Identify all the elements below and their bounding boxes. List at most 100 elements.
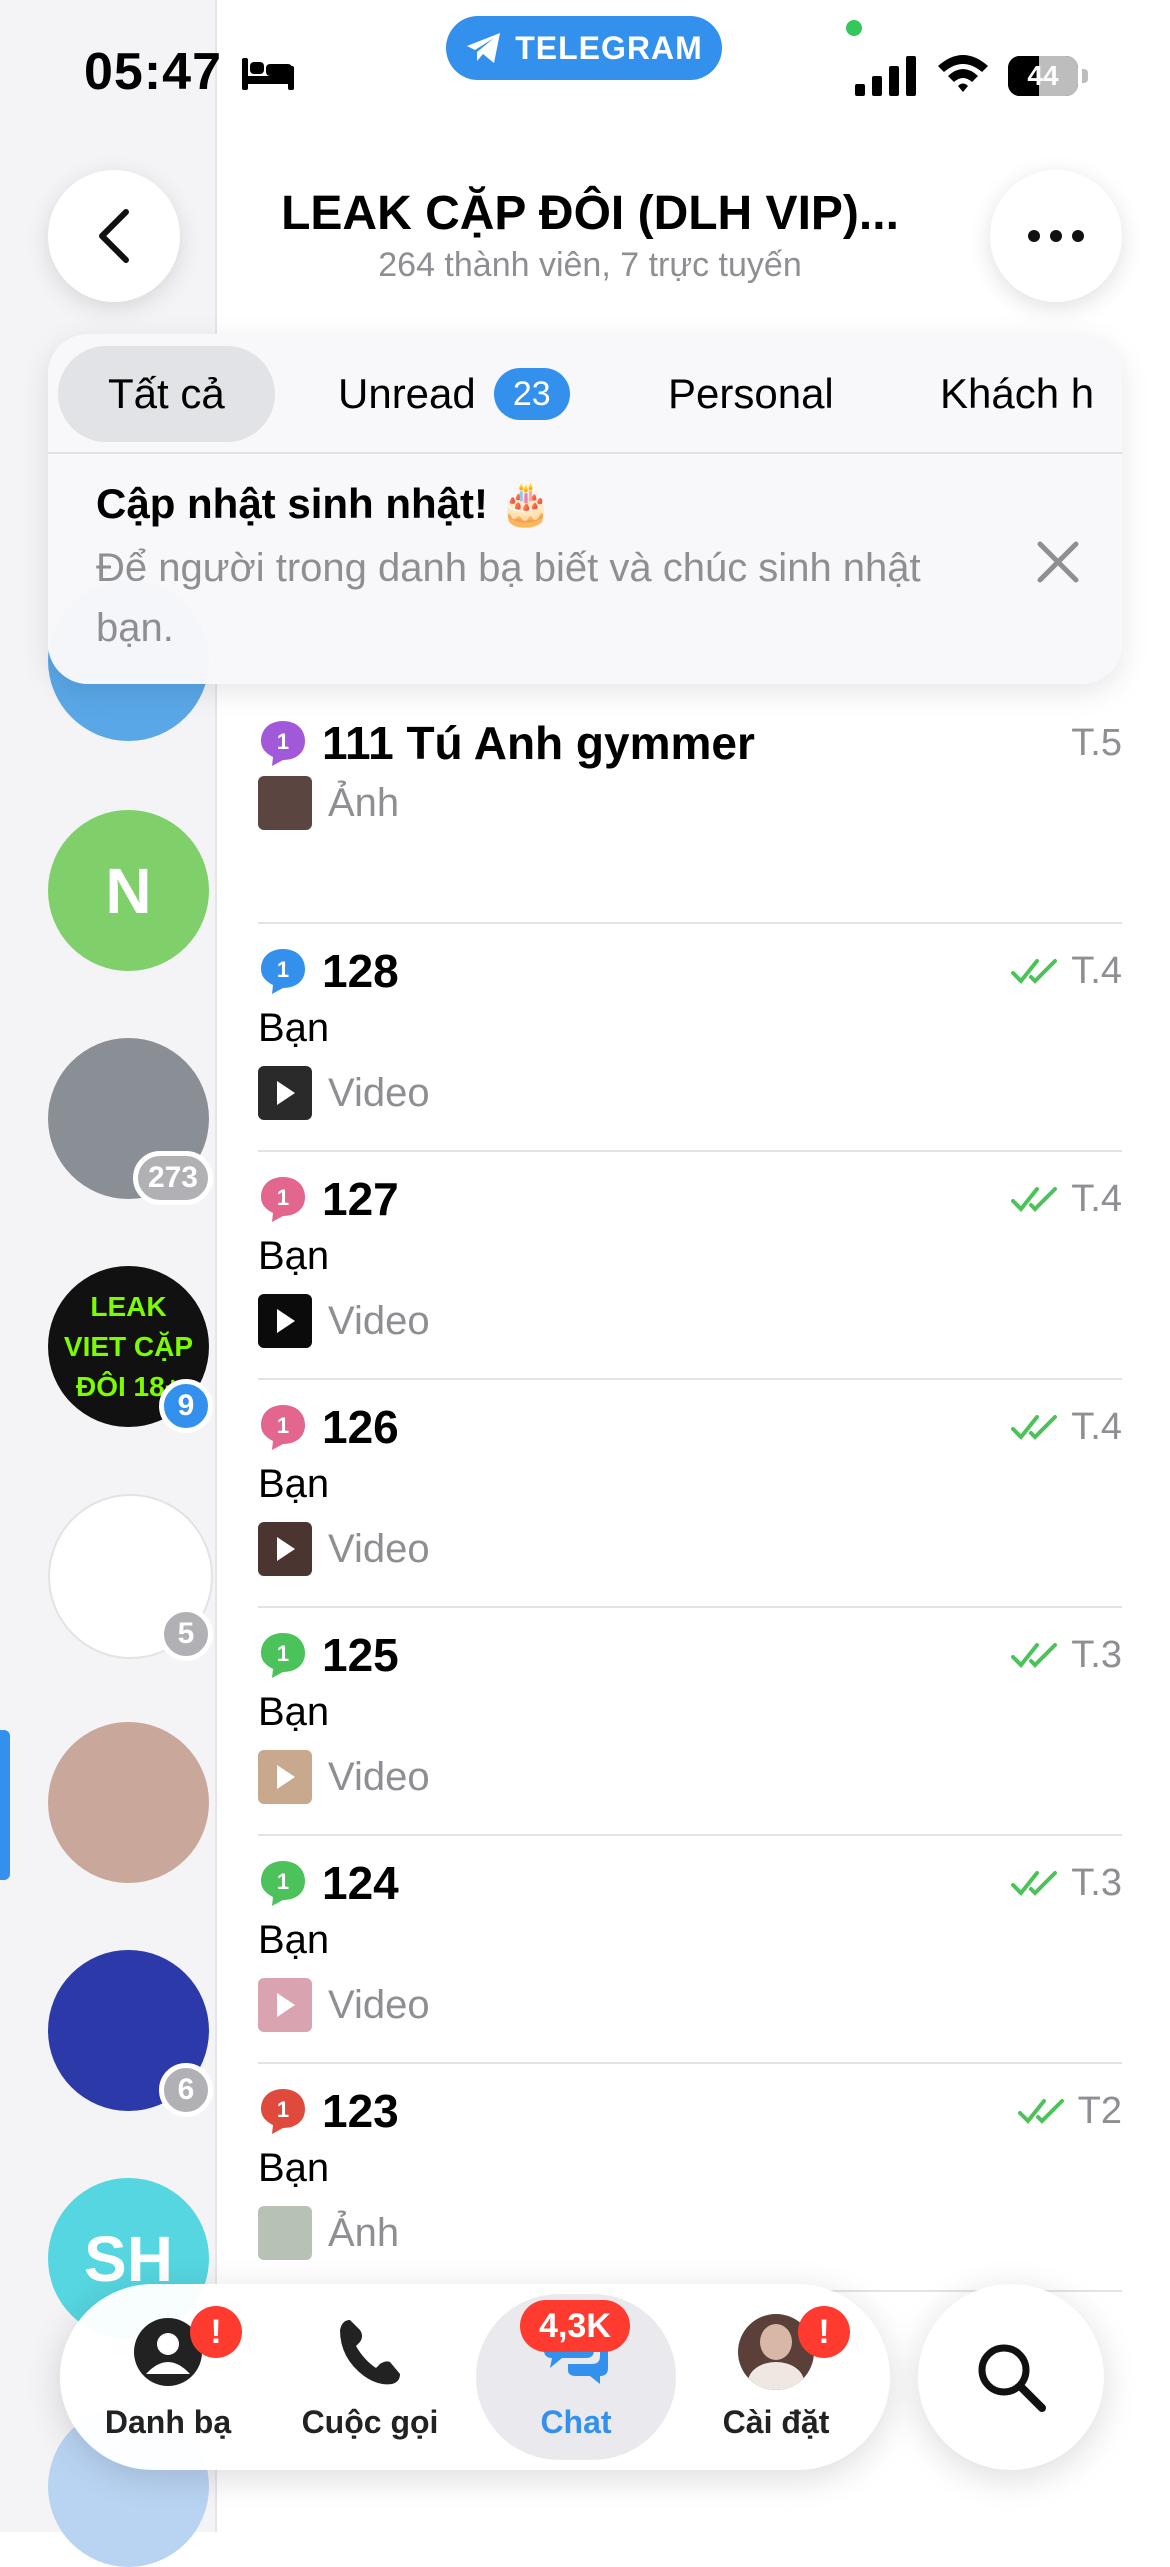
chat-row[interactable]: 1 125 T.3 Bạn Video: [258, 1608, 1122, 1836]
svg-text:1: 1: [277, 1185, 289, 1210]
chat-row-name: 125: [322, 1629, 399, 1681]
chat-row[interactable]: 1 124 T.3 Bạn Video: [258, 1836, 1122, 2064]
telegram-pill[interactable]: TELEGRAM: [446, 16, 722, 80]
double-check-icon: [1011, 1642, 1058, 1668]
rail-avatar[interactable]: 5: [48, 1494, 213, 1661]
more-button[interactable]: [990, 170, 1122, 302]
media-thumbnail: [258, 1294, 312, 1348]
chat-row-name: 124: [322, 1857, 399, 1909]
settings-alert-badge: !: [798, 2306, 850, 2358]
search-button[interactable]: [918, 2284, 1104, 2470]
chat-row-name: 127: [322, 1173, 399, 1225]
chat-row[interactable]: 1 127 T.4 Bạn Video: [258, 1152, 1122, 1380]
chat-row-preview: Video: [258, 1750, 430, 1804]
chat-title[interactable]: LEAK CẶP ĐÔI (DLH VIP)...: [200, 186, 980, 241]
close-icon[interactable]: [1030, 534, 1086, 590]
chat-row-preview: Video: [258, 1522, 430, 1576]
chat-row-name: 126: [322, 1401, 399, 1453]
rail-unread-badge: 6: [159, 2063, 213, 2117]
birthday-card-title[interactable]: Cập nhật sinh nhật! 🎂: [96, 480, 552, 529]
tab-contacts[interactable]: ! Danh bạ: [68, 2284, 268, 2470]
tab-all-label: Tất cả: [108, 370, 225, 417]
rail-avatar[interactable]: [48, 1722, 209, 1883]
rail-avatar[interactable]: 6: [48, 1950, 213, 2117]
chat-row-name: 111 Tú Anh gymmer: [322, 717, 755, 769]
play-icon: [277, 1537, 295, 1561]
svg-text:1: 1: [277, 729, 289, 754]
rail-unread-badge: 5: [159, 1607, 213, 1661]
chat-row-media-label: Ảnh: [328, 2210, 400, 2255]
topic-icon: 1: [261, 1405, 305, 1450]
chat-row-date: T.4: [1011, 950, 1122, 993]
chat-row-date: T.3: [1011, 1862, 1122, 1905]
media-thumbnail: [258, 1978, 312, 2032]
tab-personal[interactable]: Personal: [658, 346, 844, 442]
chat-row-sender: Bạn: [258, 1234, 330, 1278]
rail-selected-indicator: [0, 1730, 10, 1880]
chevron-left-icon: [99, 209, 129, 263]
chat-row-media-label: Video: [328, 1070, 430, 1115]
folder-tabs: Tất cả Unread 23 Personal Khách h: [48, 334, 1122, 454]
rail-avatar[interactable]: N: [48, 810, 209, 971]
phone-icon: [340, 2320, 400, 2385]
chat-row-title: 1 125: [258, 1628, 399, 1682]
tab-settings[interactable]: ! Cài đặt: [676, 2284, 876, 2470]
tab-personal-label: Personal: [668, 370, 834, 417]
chat-row-sender: Bạn: [258, 2146, 330, 2190]
topic-icon: 1: [261, 949, 305, 994]
rail-avatar[interactable]: LEAK VIET CẶP ĐÔI 18+ 9: [48, 1266, 213, 1433]
media-thumbnail: [258, 1750, 312, 1804]
chat-row-media-label: Video: [328, 1298, 430, 1343]
double-check-icon: [1011, 1414, 1058, 1440]
tab-customers[interactable]: Khách h: [930, 346, 1104, 442]
chat-row-name: 123: [322, 2085, 399, 2137]
contacts-alert-badge: !: [190, 2306, 242, 2358]
chat-subtitle: 264 thành viên, 7 trực tuyến: [378, 246, 802, 284]
birthday-card-text: Để người trong danh bạ biết và chúc sinh…: [96, 546, 921, 650]
battery-percent: 44: [1027, 60, 1059, 91]
double-check-icon: [1011, 1186, 1058, 1212]
search-icon: [978, 2344, 1046, 2412]
media-thumbnail: [258, 1066, 312, 1120]
chat-row-media-label: Video: [328, 1526, 430, 1571]
chat-row-media-label: Video: [328, 1982, 430, 2027]
topic-icon: 1: [261, 1633, 305, 1678]
chat-row-date: T.3: [1011, 1634, 1122, 1677]
rail-avatar-image: [48, 1722, 209, 1883]
rail-avatar[interactable]: 273: [48, 1038, 213, 1205]
chat-row[interactable]: 1 111 Tú Anh gymmer T.5 Ảnh: [258, 696, 1122, 924]
chat-row[interactable]: 1 126 T.4 Bạn Video: [258, 1380, 1122, 1608]
cellular-signal-icon: [855, 56, 916, 96]
tab-calls[interactable]: Cuộc gọi: [270, 2284, 470, 2470]
telegram-pill-label: TELEGRAM: [515, 29, 703, 66]
tab-all[interactable]: Tất cả: [58, 346, 275, 442]
rail-avatar-image: N: [48, 810, 209, 971]
chat-row-date: T.4: [1011, 1406, 1122, 1449]
chat-row-title: 1 127: [258, 1172, 399, 1226]
telegram-plane-icon: [467, 33, 501, 63]
chat-row-sender: Bạn: [258, 1462, 330, 1506]
back-button[interactable]: [48, 170, 180, 302]
battery-icon: 44: [1008, 56, 1090, 96]
tab-bar: ! Danh bạ Cuộc gọi 4,3K Chat ! Cài đặt: [60, 2284, 890, 2470]
chats-unread-badge: 4,3K: [520, 2300, 630, 2352]
chat-row[interactable]: 1 128 T.4 Bạn Video: [258, 924, 1122, 1152]
chat-row-date: T2: [1017, 2090, 1122, 2133]
media-thumbnail: [258, 776, 312, 830]
rail-unread-badge: 273: [132, 1151, 213, 1205]
topic-icon: 1: [261, 721, 305, 766]
svg-text:1: 1: [277, 2097, 289, 2122]
play-icon: [277, 1309, 295, 1333]
tab-chats[interactable]: 4,3K Chat: [476, 2284, 676, 2470]
svg-text:1: 1: [277, 1641, 289, 1666]
chat-row-sender: Bạn: [258, 1918, 330, 1962]
double-check-icon: [1017, 2098, 1064, 2124]
svg-text:1: 1: [277, 1869, 289, 1894]
tab-unread-label: Unread: [338, 370, 476, 417]
topic-icon: 1: [261, 2089, 305, 2134]
tab-unread[interactable]: Unread 23: [328, 346, 580, 442]
chat-row[interactable]: 1 123 T2 Bạn Ảnh: [258, 2064, 1122, 2292]
privacy-indicator-dot: [846, 20, 862, 36]
folders-panel: Tất cả Unread 23 Personal Khách h Cập nh…: [48, 334, 1122, 684]
chat-row-title: 1 111 Tú Anh gymmer: [258, 716, 755, 770]
